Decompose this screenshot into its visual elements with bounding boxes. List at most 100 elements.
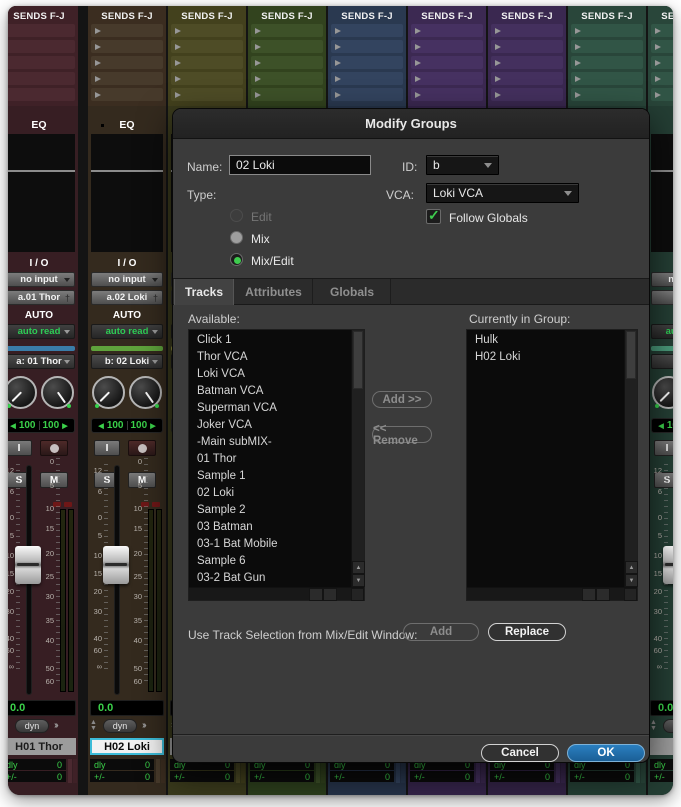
pan-knob-left[interactable] <box>8 376 37 409</box>
group-assignment-selector[interactable]: a: 01 Thor <box>8 354 75 369</box>
send-slot[interactable] <box>91 72 163 85</box>
send-slot[interactable] <box>331 72 403 85</box>
send-slot[interactable] <box>651 72 673 85</box>
input-monitor-button[interactable]: I <box>654 440 673 456</box>
double-chevron-icon[interactable]: ›› <box>142 720 145 731</box>
send-slot[interactable] <box>251 24 323 37</box>
send-slot[interactable] <box>8 56 75 69</box>
send-slot[interactable] <box>91 88 163 101</box>
automation-mode-selector[interactable]: auto read <box>651 324 673 339</box>
radio-mix[interactable] <box>230 231 243 244</box>
list-item[interactable]: 03-1 Bat Mobile <box>189 536 351 553</box>
vca-dropdown[interactable]: Loki VCA <box>426 183 579 203</box>
list-item[interactable]: Loki VCA <box>189 366 351 383</box>
send-slot[interactable] <box>571 72 643 85</box>
current-list-vscrollbar[interactable]: ▲ ▼ <box>624 330 637 587</box>
send-slot[interactable] <box>331 24 403 37</box>
send-slot[interactable] <box>331 40 403 53</box>
send-slot[interactable] <box>91 40 163 53</box>
send-slot[interactable] <box>251 40 323 53</box>
send-slot[interactable] <box>8 72 75 85</box>
list-item[interactable]: Sample 6 <box>189 553 351 570</box>
send-slot[interactable] <box>411 72 483 85</box>
scroll-right-button[interactable] <box>596 588 610 601</box>
send-slot[interactable] <box>8 40 75 53</box>
send-slot[interactable] <box>171 40 243 53</box>
send-slot[interactable] <box>411 40 483 53</box>
send-slot[interactable] <box>651 24 673 37</box>
send-slot[interactable] <box>491 56 563 69</box>
send-slot[interactable] <box>411 88 483 101</box>
send-slot[interactable] <box>651 56 673 69</box>
send-slot[interactable] <box>651 88 673 101</box>
send-slot[interactable] <box>651 40 673 53</box>
pan-knob-right[interactable] <box>129 376 162 409</box>
send-slot[interactable] <box>8 24 75 37</box>
up-down-arrows-icon[interactable]: ▲▼ <box>90 720 97 732</box>
send-slot[interactable] <box>8 88 75 101</box>
send-slot[interactable] <box>251 88 323 101</box>
list-item[interactable]: Thor VCA <box>189 349 351 366</box>
automation-mode-selector[interactable]: auto read <box>91 324 163 339</box>
group-assignment-selector[interactable]: b: 02 Loki <box>91 354 163 369</box>
current-group-list[interactable]: HulkH02 Loki ▲ ▼ <box>466 329 638 601</box>
send-slot[interactable] <box>411 56 483 69</box>
scroll-left-button[interactable] <box>582 588 596 601</box>
list-item[interactable]: Joker VCA <box>189 417 351 434</box>
send-slot[interactable] <box>171 56 243 69</box>
track-name-plate[interactable]: H02 Loki <box>90 738 164 755</box>
input-monitor-button[interactable]: I <box>94 440 120 456</box>
ok-button[interactable]: OK <box>567 744 645 762</box>
send-slot[interactable] <box>571 88 643 101</box>
send-slot[interactable] <box>91 24 163 37</box>
group-id-dropdown[interactable]: b <box>426 155 499 175</box>
automation-mode-selector[interactable]: auto read <box>8 324 75 339</box>
scroll-up-icon[interactable]: ▲ <box>352 561 365 574</box>
group-name-input[interactable]: 02 Loki <box>229 155 371 175</box>
send-slot[interactable] <box>571 40 643 53</box>
track-name-plate[interactable] <box>650 738 673 755</box>
dyn-button[interactable]: dyn <box>15 719 49 733</box>
fader-handle[interactable] <box>103 546 129 584</box>
output-selector[interactable]: † <box>651 290 673 305</box>
list-item[interactable]: Sample 1 <box>189 468 351 485</box>
available-list-vscrollbar[interactable]: ▲ ▼ <box>351 330 364 587</box>
scrollbar-thumb[interactable] <box>353 331 363 389</box>
pan-knob-left[interactable] <box>652 376 673 409</box>
send-slot[interactable] <box>491 40 563 53</box>
scroll-down-icon[interactable]: ▼ <box>352 574 365 587</box>
dyn-button[interactable]: dyn <box>103 719 137 733</box>
double-chevron-icon[interactable]: ›› <box>54 720 57 731</box>
list-item[interactable]: 02 Loki <box>189 485 351 502</box>
remove-from-group-button[interactable]: << Remove <box>372 426 432 443</box>
selection-add-button[interactable]: Add <box>403 623 479 641</box>
input-selector[interactable]: no input <box>91 272 163 287</box>
output-selector[interactable]: a.02 Loki† <box>91 290 163 305</box>
send-slot[interactable] <box>171 88 243 101</box>
list-item[interactable]: H02 Loki <box>467 349 624 366</box>
track-name-plate[interactable]: H01 Thor <box>8 738 76 755</box>
dyn-button[interactable]: dyn <box>663 719 673 733</box>
tab-tracks[interactable]: Tracks <box>174 279 234 305</box>
list-item[interactable]: Superman VCA <box>189 400 351 417</box>
scroll-right-button[interactable] <box>323 588 337 601</box>
list-item[interactable]: Sample 2 <box>189 502 351 519</box>
send-slot[interactable] <box>491 24 563 37</box>
fader-handle[interactable] <box>663 546 673 584</box>
send-slot[interactable] <box>251 56 323 69</box>
list-item[interactable]: -Main subMIX- <box>189 434 351 451</box>
scroll-up-icon[interactable]: ▲ <box>625 561 638 574</box>
send-slot[interactable] <box>571 56 643 69</box>
record-arm-button[interactable] <box>40 440 68 456</box>
list-item[interactable]: Batman VCA <box>189 383 351 400</box>
list-item[interactable]: 03-2 Bat Gun <box>189 570 351 587</box>
up-down-arrows-icon[interactable]: ▲▼ <box>8 720 9 732</box>
group-assignment-selector[interactable] <box>651 354 673 369</box>
scrollbar-thumb[interactable] <box>626 331 636 379</box>
list-item[interactable]: 03 Batman <box>189 519 351 536</box>
send-slot[interactable] <box>411 24 483 37</box>
add-to-group-button[interactable]: Add >> <box>372 391 432 408</box>
output-selector[interactable]: a.01 Thor† <box>8 290 75 305</box>
up-down-arrows-icon[interactable]: ▲▼ <box>650 720 657 732</box>
list-item[interactable]: Click 1 <box>189 332 351 349</box>
